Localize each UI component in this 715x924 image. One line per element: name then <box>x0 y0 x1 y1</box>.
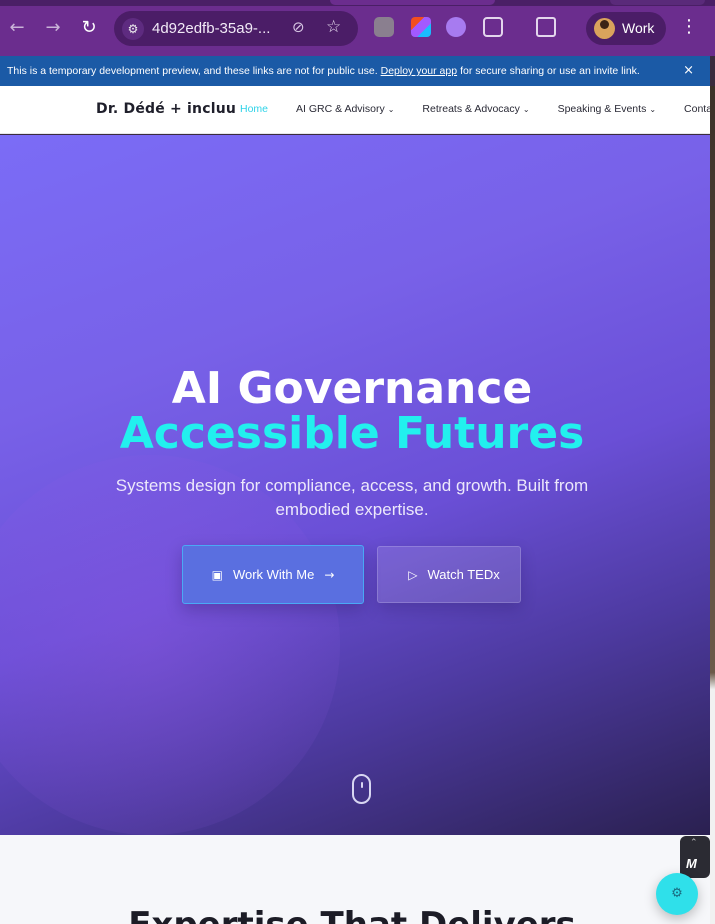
banner-text-after: for secure sharing or use an invite link… <box>460 65 640 77</box>
browser-menu-icon[interactable]: ⋮ <box>680 16 698 37</box>
chevron-up-icon[interactable]: ⌃ <box>690 838 698 848</box>
tab-active[interactable] <box>330 0 495 5</box>
close-icon[interactable]: × <box>683 63 694 78</box>
nav-label: Retreats & Advocacy <box>422 103 520 115</box>
expertise-section: Expertise That Delivers <box>0 835 710 924</box>
chevron-down-icon: ⌄ <box>522 104 530 114</box>
banner-text: This is a temporary development preview,… <box>7 65 378 77</box>
tab-search-icon[interactable] <box>536 17 556 37</box>
profile-label: Work <box>622 20 655 36</box>
hero-section: AI Governance Accessible Futures Systems… <box>0 135 710 835</box>
section-heading: Expertise That Delivers <box>0 905 704 924</box>
reload-icon[interactable]: ↻ <box>78 17 100 39</box>
nav-item-ai-grc[interactable]: AI GRC & Advisory ⌄ <box>296 103 394 115</box>
hero-title-line1: AI Governance <box>171 363 533 414</box>
nav-label: Conta <box>684 103 713 115</box>
nav-item-home[interactable]: Home <box>240 103 268 115</box>
nav-item-retreats[interactable]: Retreats & Advocacy ⌄ <box>422 103 529 115</box>
nav-label: Speaking & Events <box>557 103 647 115</box>
bookmark-star-icon[interactable]: ☆ <box>326 17 341 37</box>
figma-extension-icon[interactable] <box>411 17 431 37</box>
browser-toolbar: ← → ↻ ⚙ 4d92edfb-35a9-... ⊘ ☆ Work ⋮ <box>0 0 715 56</box>
site-info-icon[interactable]: ⚙ <box>122 18 144 40</box>
nav-item-speaking[interactable]: Speaking & Events ⌄ <box>558 103 656 115</box>
app-logo-icon[interactable]: M <box>686 856 697 871</box>
back-icon[interactable]: ← <box>6 17 28 39</box>
chevron-down-icon: ⌄ <box>387 104 395 114</box>
button-label: Work With Me <box>232 567 315 582</box>
url-text[interactable]: 4d92edfb-35a9-... <box>152 20 270 37</box>
preview-banner: This is a temporary development preview,… <box>0 56 710 86</box>
scroll-indicator-icon[interactable] <box>352 774 371 804</box>
deploy-link[interactable]: Deploy your app <box>381 65 457 77</box>
arrow-right-icon: → <box>324 567 335 582</box>
brand-logo[interactable]: Dr. Dédé + incluu <box>96 101 236 117</box>
avatar <box>594 18 615 39</box>
nav-label: Home <box>240 103 269 115</box>
extensions-puzzle-icon[interactable] <box>483 17 503 37</box>
camera-extension-icon[interactable] <box>374 17 394 37</box>
play-icon: ▷ <box>408 567 418 582</box>
chevron-down-icon: ⌄ <box>649 104 657 114</box>
tab-strip <box>0 0 715 6</box>
nav-label: AI GRC & Advisory <box>296 103 385 115</box>
watch-tedx-button[interactable]: ▷ Watch TEDx <box>377 546 521 603</box>
tab-inactive[interactable] <box>610 0 705 5</box>
screen: ← → ↻ ⚙ 4d92edfb-35a9-... ⊘ ☆ Work ⋮ Thi… <box>0 0 715 924</box>
assistant-extension-icon[interactable] <box>446 17 466 37</box>
button-label: Watch TEDx <box>427 567 500 582</box>
floating-toolbar[interactable]: ⌃ M <box>680 836 710 878</box>
settings-fab-icon[interactable]: ⚙ <box>656 873 698 915</box>
profile-button[interactable]: Work <box>586 12 666 45</box>
site-header: Dr. Dédé + incluu Home AI GRC & Advisory… <box>0 86 712 134</box>
hero-title-line2: Accessible Futures <box>119 408 585 459</box>
nav-item-contact[interactable]: Conta <box>684 103 712 115</box>
address-bar[interactable]: ⚙ 4d92edfb-35a9-... ⊘ ☆ <box>114 11 358 46</box>
hero-subtitle: Systems design for compliance, access, a… <box>115 476 589 519</box>
main-nav: Home AI GRC & Advisory ⌄ Retreats & Advo… <box>240 103 715 115</box>
eye-off-icon[interactable]: ⊘ <box>292 18 305 36</box>
forward-icon[interactable]: → <box>42 17 64 39</box>
work-with-me-button[interactable]: ▣ Work With Me → <box>182 545 364 604</box>
calendar-icon: ▣ <box>211 567 223 582</box>
background-window-edge <box>710 86 715 924</box>
